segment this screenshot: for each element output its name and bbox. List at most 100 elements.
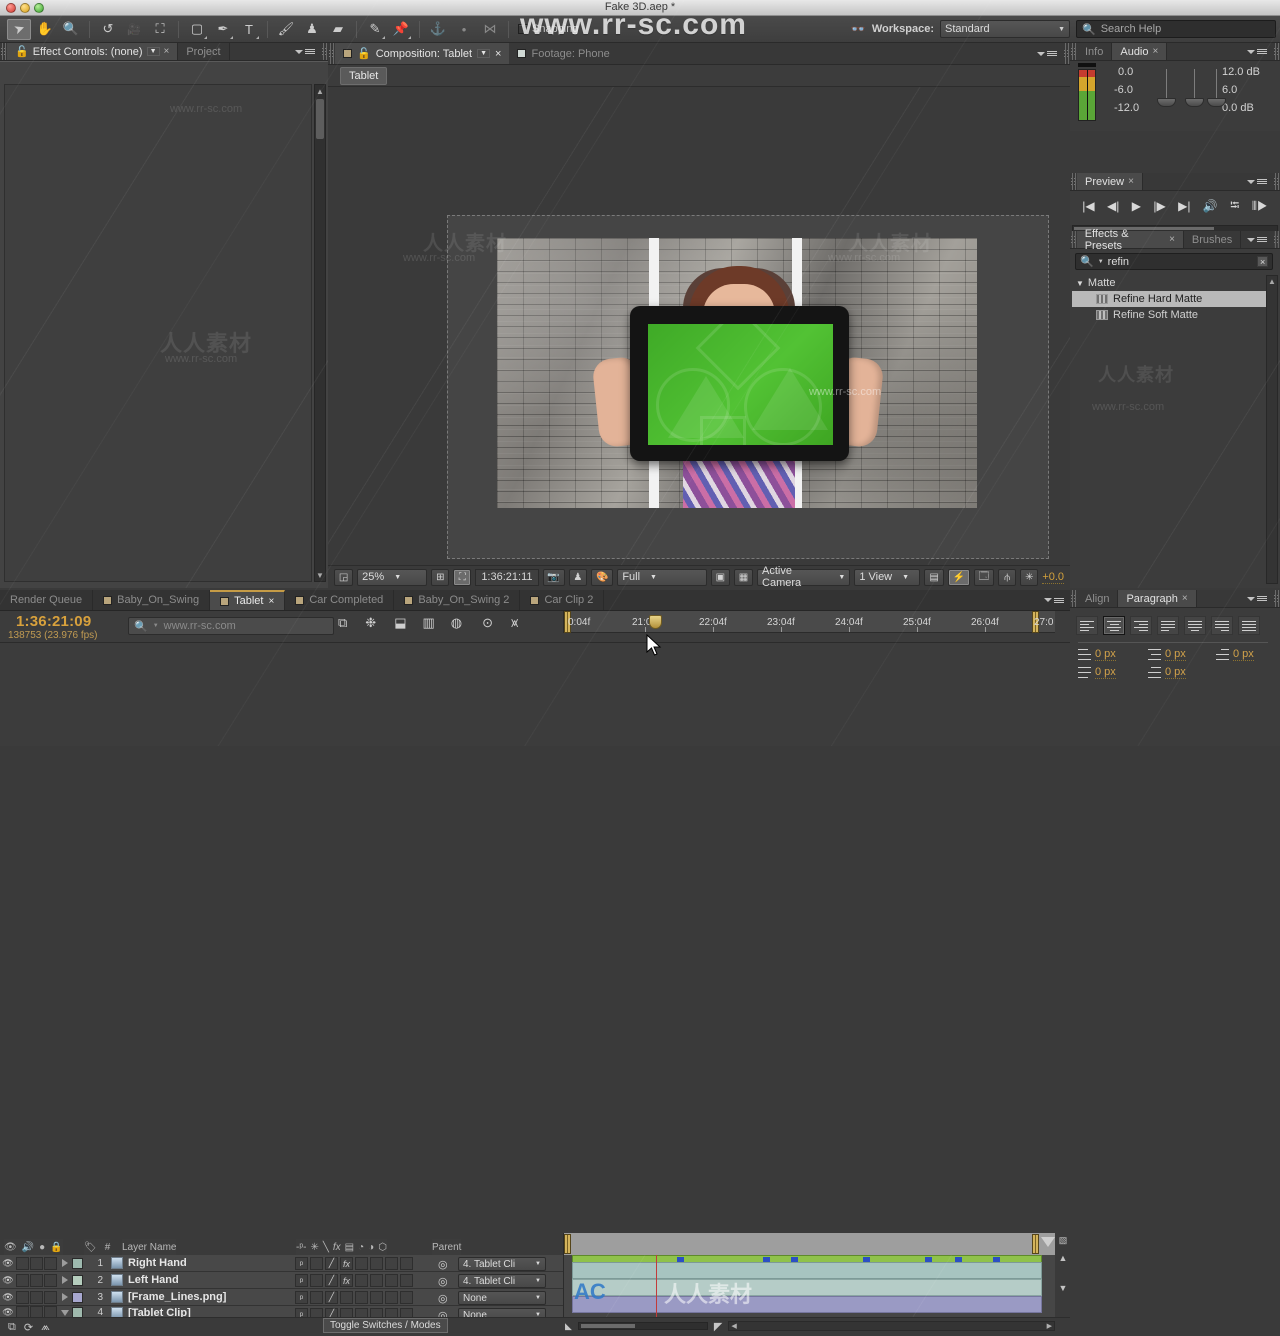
draft-3d-icon[interactable]: ❉ bbox=[365, 615, 376, 631]
frame-blend-switch[interactable] bbox=[355, 1257, 368, 1270]
next-frame-button[interactable]: |▶ bbox=[1153, 199, 1165, 213]
quality-icon[interactable]: ╲ bbox=[323, 1242, 329, 1253]
frame-blend-icon[interactable]: ▤ bbox=[345, 1242, 354, 1253]
effect-controls-scrollbar[interactable]: ▲ ▼ bbox=[314, 84, 326, 582]
space-after-paragraph-control[interactable]: 0 px bbox=[1148, 666, 1186, 679]
preview-panel-menu[interactable] bbox=[1241, 173, 1273, 190]
fast-previews-button[interactable]: ⚡ bbox=[947, 568, 970, 586]
resolution-dropdown[interactable]: Full ▼ bbox=[617, 568, 707, 586]
clear-search-icon[interactable]: × bbox=[1257, 256, 1268, 267]
parent-dropdown[interactable]: 4. Tablet Cli ▼ bbox=[458, 1257, 546, 1271]
zoom-out-timeline-icon[interactable]: ◣ bbox=[565, 1321, 572, 1332]
layer-lock-toggle[interactable] bbox=[44, 1256, 57, 1270]
panel-grip[interactable] bbox=[1070, 590, 1077, 607]
tab-audio[interactable]: Audio × bbox=[1112, 43, 1168, 60]
play-button[interactable]: ▶ bbox=[1132, 199, 1141, 213]
layer-audio-toggle[interactable] bbox=[16, 1273, 29, 1287]
panel-grip-right[interactable] bbox=[1063, 43, 1070, 64]
audio-slider-master-knob[interactable] bbox=[1185, 98, 1204, 107]
effects-switch[interactable]: fx bbox=[340, 1274, 353, 1287]
collapse-switch[interactable] bbox=[310, 1274, 323, 1287]
layer-visibility-toggle[interactable]: 👁 bbox=[0, 1292, 16, 1303]
motion-blur-icon[interactable]: ◍ bbox=[451, 615, 462, 631]
tab-effect-controls[interactable]: 🔓 Effect Controls: (none) ▼ × bbox=[7, 43, 179, 60]
tab-footage-phone[interactable]: Footage: Phone bbox=[509, 43, 617, 64]
pen-tool[interactable]: ✒ bbox=[211, 19, 235, 40]
align-dot-icon[interactable]: • bbox=[452, 19, 476, 40]
motion-blur-icon[interactable]: ◔ bbox=[358, 1242, 364, 1253]
scrollbar-thumb[interactable] bbox=[316, 99, 324, 139]
shy-icon[interactable]: -ᵖ- bbox=[296, 1242, 306, 1253]
frame-blend-switch[interactable] bbox=[355, 1291, 368, 1304]
rotation-tool[interactable]: ↺ bbox=[96, 19, 120, 40]
audio-slider-left-knob[interactable] bbox=[1157, 98, 1176, 107]
exposure-value[interactable]: +0.0 bbox=[1042, 571, 1065, 584]
region-of-interest-button[interactable]: ⛶ bbox=[453, 568, 472, 586]
frame-blend-switch[interactable] bbox=[355, 1274, 368, 1287]
eraser-tool[interactable]: ▰ bbox=[326, 19, 350, 40]
timeline-horizontal-scrollbar[interactable]: ◀ ▶ bbox=[728, 1321, 1055, 1331]
workspace-dropdown[interactable]: Standard ▼ bbox=[940, 20, 1070, 38]
layer-visibility-toggle[interactable]: 👁 bbox=[0, 1275, 16, 1286]
layer-disclosure-icon[interactable] bbox=[61, 1309, 69, 1316]
panel-grip[interactable] bbox=[0, 43, 7, 60]
disclosure-triangle-icon[interactable]: ▼ bbox=[1076, 279, 1084, 288]
indent-left-margin-control[interactable]: 0 px bbox=[1078, 648, 1116, 661]
layer-solo-toggle[interactable] bbox=[30, 1273, 43, 1287]
quality-switch[interactable]: ╱ bbox=[325, 1274, 338, 1287]
comp-marker-icon[interactable] bbox=[1041, 1237, 1055, 1249]
layer-lock-toggle[interactable] bbox=[44, 1290, 57, 1304]
justify-last-left-button[interactable] bbox=[1157, 616, 1179, 635]
current-time-field[interactable]: 1:36:21:11 bbox=[475, 568, 539, 586]
work-area-bar[interactable] bbox=[563, 1233, 1055, 1255]
motion-blur-switch[interactable] bbox=[370, 1274, 383, 1287]
list-item-refine-hard-matte[interactable]: Refine Hard Matte bbox=[1072, 291, 1267, 307]
layer-label-color[interactable] bbox=[72, 1291, 83, 1303]
breadcrumb-item-tablet[interactable]: Tablet bbox=[340, 66, 388, 85]
layer-name-header[interactable]: Layer Name bbox=[122, 1239, 177, 1255]
close-icon[interactable]: × bbox=[495, 48, 501, 60]
audio-peak-indicator[interactable] bbox=[1078, 63, 1096, 67]
zoom-in-timeline-icon[interactable]: ◤ bbox=[714, 1320, 722, 1333]
align-center-button[interactable] bbox=[1103, 616, 1125, 635]
switches-modes-icon[interactable]: ⟳ bbox=[24, 1321, 33, 1334]
tab-info[interactable]: Info bbox=[1077, 43, 1113, 60]
roto-brush-tool[interactable]: ✎ bbox=[363, 19, 387, 40]
effects-search-input[interactable] bbox=[1107, 255, 1254, 268]
zoom-level-dropdown[interactable]: 25% ▼ bbox=[357, 568, 428, 586]
scroll-right-arrow-icon[interactable]: ▶ bbox=[1047, 1322, 1052, 1330]
zoom-tool[interactable]: 🔍 bbox=[59, 19, 83, 40]
composition-viewer[interactable]: www.rr-sc.com 人人素材 人人素材 www.rr-sc.com ww… bbox=[328, 87, 1070, 565]
chevron-down-icon[interactable]: ▼ bbox=[1098, 259, 1104, 265]
layer-name[interactable]: Left Hand bbox=[128, 1274, 179, 1286]
timeline-graph-area[interactable]: 人人素材 AC bbox=[563, 1255, 1055, 1317]
parent-pickwhip-icon[interactable]: ◎ bbox=[438, 1275, 448, 1288]
parent-pickwhip-icon[interactable]: ◎ bbox=[438, 1258, 448, 1271]
effects-switch[interactable]: fx bbox=[340, 1257, 353, 1270]
audio-icon[interactable]: 🔊 bbox=[22, 1242, 34, 1253]
indent-right-margin-control[interactable]: 0 px bbox=[1148, 648, 1186, 661]
work-area-end[interactable] bbox=[1032, 1234, 1039, 1254]
comp-marker-bin-icon[interactable]: ▧ bbox=[1057, 1235, 1069, 1247]
timeline-zoom-slider[interactable] bbox=[577, 1322, 708, 1330]
chevron-down-icon[interactable]: ▼ bbox=[153, 623, 159, 629]
indent-first-line-value[interactable]: 0 px bbox=[1233, 648, 1254, 661]
composition-mini-flowchart-icon[interactable]: ⧉ bbox=[338, 615, 347, 631]
effects-switch[interactable] bbox=[340, 1291, 353, 1304]
panel-grip[interactable] bbox=[1070, 43, 1077, 60]
timeline-current-time[interactable]: 1:36:21:09 bbox=[16, 613, 91, 630]
take-snapshot-button[interactable]: 📷 bbox=[542, 568, 565, 586]
solo-icon[interactable]: ● bbox=[39, 1242, 45, 1253]
layer-name[interactable]: [Frame_Lines.png] bbox=[128, 1291, 226, 1303]
type-tool[interactable]: T bbox=[237, 19, 261, 40]
selection-tool[interactable]: ➤ bbox=[7, 18, 31, 40]
tab-effects-presets[interactable]: Effects & Presets × bbox=[1076, 228, 1184, 252]
layer-label-color[interactable] bbox=[72, 1274, 83, 1286]
camera-tool[interactable]: 🎥 bbox=[122, 19, 146, 40]
audio-button[interactable]: 🔊 bbox=[1203, 199, 1218, 213]
space-before-paragraph-control[interactable]: 0 px bbox=[1078, 666, 1116, 679]
grid-guides-button[interactable]: ⊞ bbox=[431, 568, 450, 586]
motion-blur-switch[interactable] bbox=[370, 1291, 383, 1304]
create-comp-shortcut-icon[interactable]: ⧉ bbox=[8, 1321, 16, 1334]
puppet-pin-tool[interactable]: 📌 bbox=[389, 19, 413, 40]
